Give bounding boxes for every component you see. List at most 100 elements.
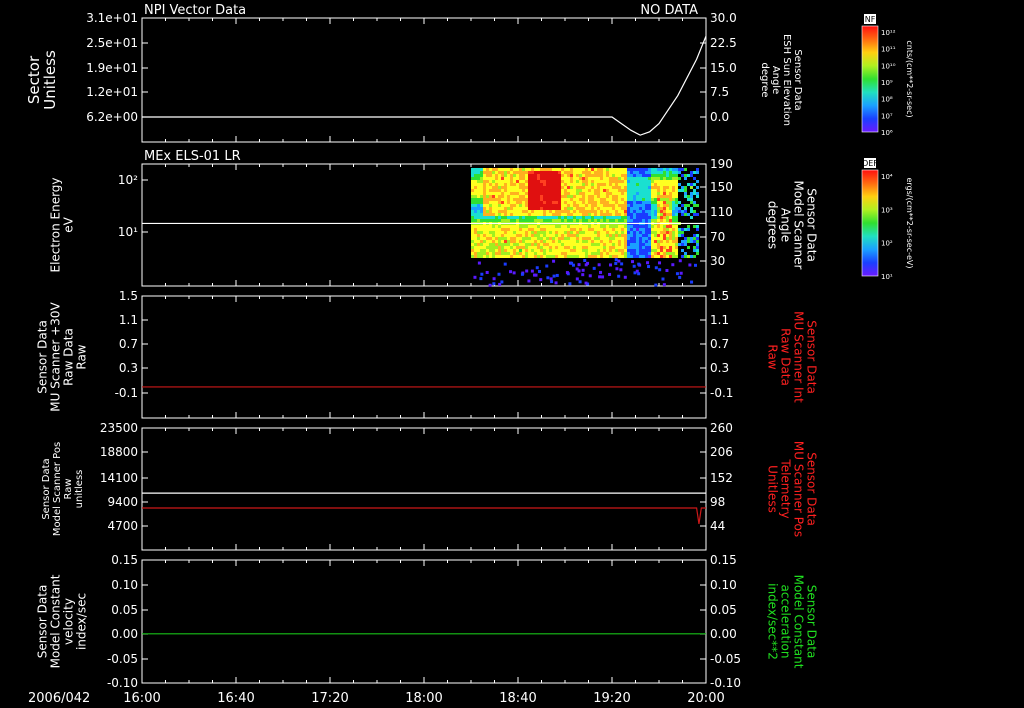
spectrogram-cell <box>534 252 537 255</box>
spectrogram-cell <box>561 219 564 222</box>
spectrogram-cell <box>504 177 507 180</box>
spectrogram-cell <box>561 255 564 258</box>
y-axis-label-line: Electron Energy <box>49 177 63 272</box>
spectrogram-cell <box>528 249 531 252</box>
spectrogram-cell <box>516 201 519 204</box>
spectrogram-cell <box>558 234 561 237</box>
spectrogram-cell <box>654 237 657 240</box>
spectrogram-cell <box>642 255 645 258</box>
spectrogram-cell <box>654 189 657 192</box>
spectrogram-cell <box>582 216 585 219</box>
y-axis-label-line: Raw Data <box>779 328 793 386</box>
spectrogram-cell <box>642 192 645 195</box>
spectrogram-cell <box>537 216 540 219</box>
spectrogram-cell <box>675 219 678 222</box>
spectrogram-cell <box>522 168 525 171</box>
spectrogram-cell <box>549 225 552 228</box>
spectrogram-cell <box>504 201 507 204</box>
spectrogram-cell <box>474 180 477 183</box>
spectrogram-cell <box>693 204 696 207</box>
spectrogram-cell <box>588 171 591 174</box>
spectrogram-cell <box>528 180 531 183</box>
spectrogram-cell <box>492 216 495 219</box>
spectrogram-cell <box>630 210 633 213</box>
spectrogram-cell <box>660 198 663 201</box>
spectrogram-cell <box>675 198 678 201</box>
spectrogram-cell <box>531 228 534 231</box>
spectrogram-cell <box>627 186 630 189</box>
y-tick-label-right: 15.0 <box>710 61 737 75</box>
spectrogram-cell <box>567 189 570 192</box>
spectrogram-cell <box>534 219 537 222</box>
y-axis-label-line: Raw <box>766 344 780 369</box>
spectrogram-cell <box>684 228 687 231</box>
spectrogram-cell <box>642 198 645 201</box>
spectrogram-cell <box>666 204 669 207</box>
y-tick-label-right: 206 <box>710 445 733 459</box>
spectrogram-cell <box>552 195 555 198</box>
spectrogram-cell <box>479 277 483 281</box>
spectrogram-cell <box>657 192 660 195</box>
spectrogram-cell <box>660 249 663 252</box>
spectrogram-cell <box>516 168 519 171</box>
spectrogram-cell <box>672 195 675 198</box>
y-tick-label-right: 1.1 <box>710 313 729 327</box>
spectrogram-cell <box>603 189 606 192</box>
spectrogram-cell <box>522 201 525 204</box>
spectrogram-cell <box>693 171 696 174</box>
spectrogram-cell <box>603 219 606 222</box>
spectrogram-cell <box>561 240 564 243</box>
spectrogram-cell <box>552 219 555 222</box>
spectrogram-cell <box>609 249 612 252</box>
spectrogram-cell <box>549 277 553 281</box>
spectrogram-cell <box>579 210 582 213</box>
spectrogram-cell <box>546 177 549 180</box>
spectrogram-cell <box>537 213 540 216</box>
spectrogram-cell <box>564 207 567 210</box>
spectrogram-cell <box>579 213 582 216</box>
spectrogram-cell <box>588 204 591 207</box>
spectrogram-cell <box>531 201 534 204</box>
spectrogram-cell <box>660 177 663 180</box>
spectrogram-cell <box>501 177 504 180</box>
spectrogram-cell <box>567 180 570 183</box>
spectrogram-cell <box>606 219 609 222</box>
spectrogram-cell <box>486 216 489 219</box>
spectrogram-cell <box>558 216 561 219</box>
spectrogram-cell <box>617 274 621 278</box>
spectrogram-cell <box>510 255 513 258</box>
spectrogram-cell <box>495 231 498 234</box>
spectrogram-cell <box>630 186 633 189</box>
spectrogram-cell <box>558 186 561 189</box>
spectrogram-cell <box>639 201 642 204</box>
spectrogram-cell <box>660 231 663 234</box>
spectrogram-cell <box>582 210 585 213</box>
spectrogram-cell <box>525 168 528 171</box>
spectrogram-cell <box>645 246 648 249</box>
spectrogram-cell <box>555 180 558 183</box>
spectrogram-cell <box>615 225 618 228</box>
spectrogram-cell <box>531 177 534 180</box>
spectrogram-cell <box>579 237 582 240</box>
spectrogram-cell <box>552 207 555 210</box>
y-tick-label-right: 0.10 <box>710 578 737 592</box>
time-tick-label: 16:00 <box>123 691 160 706</box>
spectrogram-cell <box>534 237 537 240</box>
spectrogram-cell <box>690 237 693 240</box>
panel-frame <box>141 559 707 684</box>
spectrogram-cell <box>501 231 504 234</box>
spectrogram-cell <box>663 195 666 198</box>
spectrogram-cell <box>669 234 672 237</box>
spectrogram-cell <box>549 228 552 231</box>
spectrogram-cell <box>474 171 477 174</box>
spectrogram-cell <box>666 225 669 228</box>
spectrogram-cell <box>600 255 603 258</box>
spectrogram-cell <box>654 216 657 219</box>
spectrogram-cell <box>666 198 669 201</box>
spectrogram-cell <box>558 183 561 186</box>
spectrogram-cell <box>549 240 552 243</box>
spectrogram-cell <box>663 213 666 216</box>
spectrogram-cell <box>477 249 480 252</box>
spectrogram-cell <box>585 189 588 192</box>
spectrogram-cell <box>639 234 642 237</box>
